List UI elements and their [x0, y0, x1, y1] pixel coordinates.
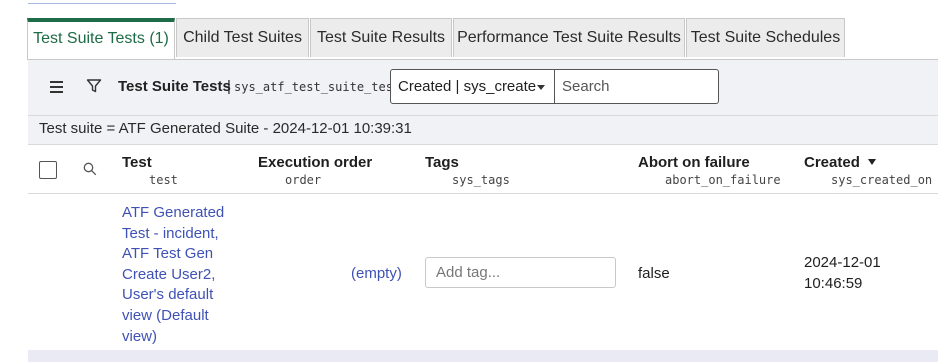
- filter-icon[interactable]: [86, 78, 102, 94]
- created-cell: 2024-12-01 10:46:59: [804, 254, 881, 292]
- filter-breadcrumb: Test suite = ATF Generated Suite - 2024-…: [28, 116, 938, 145]
- column-header-tags[interactable]: Tags: [425, 154, 459, 171]
- tab-performance-test-suite-results[interactable]: Performance Test Suite Results: [453, 18, 685, 57]
- list-footer-band: [28, 350, 938, 362]
- hamburger-menu-icon[interactable]: [50, 81, 63, 93]
- breadcrumb-condition[interactable]: Test suite = ATF Generated Suite - 2024-…: [39, 120, 412, 137]
- select-all-checkbox[interactable]: [39, 161, 57, 179]
- search-field-select-value: Created | sys_create: [398, 78, 537, 95]
- column-field-order: order: [285, 173, 322, 187]
- execution-order-cell[interactable]: (empty): [351, 265, 402, 282]
- table-header: Test test Execution order order Tags sys…: [28, 145, 938, 194]
- list-title: Test Suite Tests: [118, 78, 231, 95]
- column-field-sys-created-on: sys_created_on: [831, 173, 933, 187]
- tab-test-suite-tests[interactable]: Test Suite Tests (1): [27, 18, 175, 59]
- column-header-created[interactable]: Created: [804, 154, 860, 171]
- tab-test-suite-schedules[interactable]: Test Suite Schedules: [686, 18, 845, 57]
- column-field-sys-tags: sys_tags: [452, 173, 510, 187]
- search-input[interactable]: [555, 69, 719, 104]
- abort-on-failure-cell: false: [638, 265, 670, 282]
- chevron-down-icon: [537, 85, 545, 90]
- column-header-test[interactable]: Test: [122, 154, 152, 171]
- table-row: ATF Generated Test - incident, ATF Test …: [28, 194, 938, 350]
- sort-descending-icon[interactable]: [868, 159, 876, 165]
- column-header-execution-order[interactable]: Execution order: [258, 154, 372, 171]
- top-link-fragment: [28, 0, 176, 4]
- column-field-test: test: [149, 173, 178, 187]
- related-list-tabs: Test Suite Tests (1) Child Test Suites T…: [27, 18, 938, 60]
- column-header-abort-on-failure[interactable]: Abort on failure: [638, 154, 750, 171]
- tab-child-test-suites[interactable]: Child Test Suites: [176, 18, 309, 57]
- list-toolbar: Test Suite Tests | sys_atf_test_suite_te…: [28, 60, 938, 116]
- search-field-select[interactable]: Created | sys_create: [390, 69, 555, 104]
- search-icon[interactable]: [83, 162, 97, 176]
- column-field-abort-on-failure: abort_on_failure: [665, 173, 781, 187]
- title-separator: |: [227, 78, 231, 95]
- tab-test-suite-results[interactable]: Test Suite Results: [310, 18, 452, 57]
- add-tag-input[interactable]: [425, 257, 616, 288]
- table-name: sys_atf_test_suite_test: [234, 80, 401, 94]
- test-link[interactable]: ATF Generated Test - incident, ATF Test …: [122, 203, 242, 347]
